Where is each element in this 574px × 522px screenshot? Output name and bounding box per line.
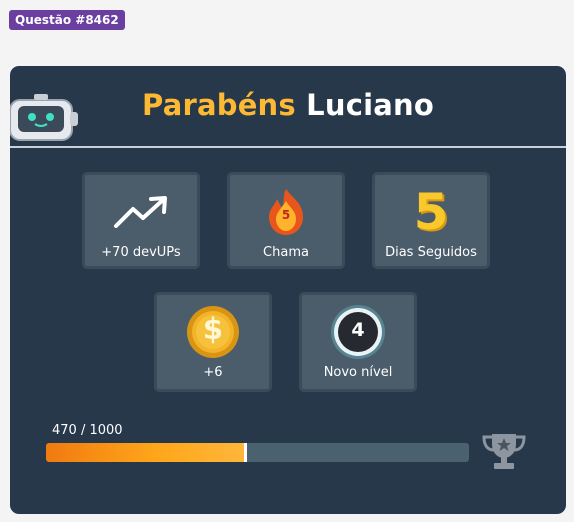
tile-days: 5 Dias Seguidos: [372, 172, 490, 269]
xp-progress-text: 470 / 1000: [52, 423, 123, 438]
level-badge: 4: [328, 305, 388, 359]
coin-symbol: $: [202, 312, 224, 346]
tile-devups: +70 devUPs: [82, 172, 200, 269]
xp-progress-fill: [46, 443, 247, 462]
days-label: Dias Seguidos: [385, 245, 477, 260]
tile-level: 4 Novo nível: [299, 292, 417, 392]
level-label: Novo nível: [323, 365, 393, 380]
title-name: Luciano: [306, 88, 434, 122]
level-value: 4: [351, 319, 365, 341]
coins-label: +6: [203, 365, 223, 380]
coin-icon: $: [185, 305, 241, 359]
xp-progress-bar: [46, 443, 469, 462]
congrats-card: Parabéns Luciano +70 devUPs 5 Chama 5 Di…: [10, 66, 566, 514]
tile-flame: 5 Chama: [227, 172, 345, 269]
tile-coins: $ +6: [154, 292, 272, 392]
days-value: 5: [413, 183, 449, 241]
devups-label: +70 devUPs: [101, 245, 181, 260]
card-header: Parabéns Luciano: [10, 66, 566, 148]
page-title: Parabéns Luciano: [10, 88, 566, 122]
flame-label: Chama: [263, 245, 309, 260]
title-greeting: Parabéns: [142, 88, 296, 122]
trophy-icon: [482, 434, 526, 469]
flame-value: 5: [281, 208, 291, 222]
flame-icon: 5: [261, 185, 311, 239]
trending-up-icon: [113, 185, 169, 239]
question-badge: Questão #8462: [9, 10, 125, 30]
